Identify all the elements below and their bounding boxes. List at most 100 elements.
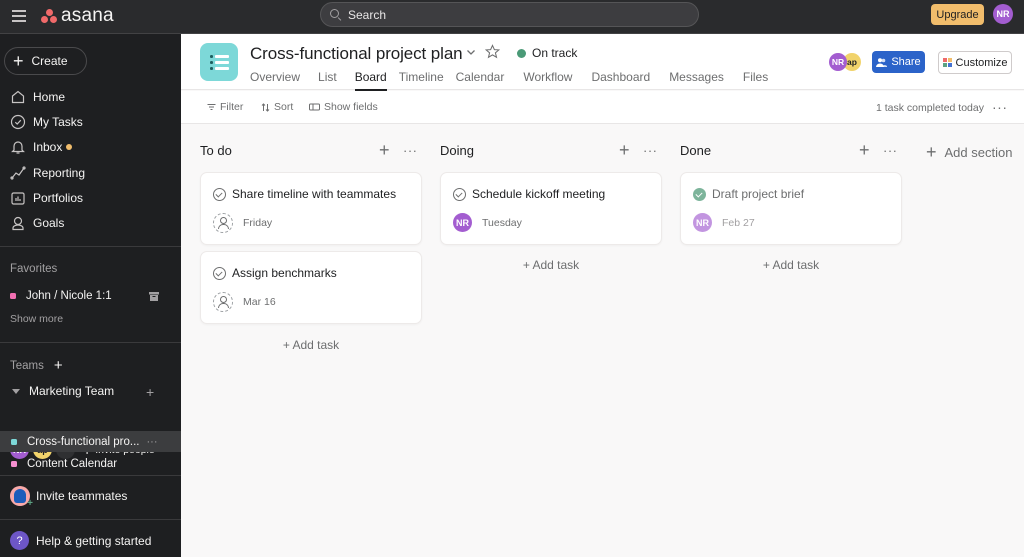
create-button[interactable]: + Create	[4, 47, 87, 75]
check-circle-icon	[10, 114, 26, 130]
task-card[interactable]: Assign benchmarks Mar 16	[200, 251, 422, 324]
sidebar-item-inbox[interactable]: Inbox	[0, 135, 181, 160]
check-circle-icon[interactable]	[213, 187, 226, 201]
sidebar: + Create Home My Tasks Inbox Reporting P…	[0, 34, 181, 557]
tab-timeline[interactable]: Timeline	[399, 70, 444, 90]
show-more-link[interactable]: Show more	[10, 313, 63, 325]
project-members[interactable]: NR ap	[829, 53, 861, 71]
sort-label: Sort	[274, 101, 294, 113]
due-date[interactable]: Mar 16	[243, 296, 276, 308]
sidebar-item-goals[interactable]: Goals	[0, 210, 181, 235]
sidebar-item-portfolios[interactable]: Portfolios	[0, 185, 181, 210]
assignee-avatar[interactable]: NR	[693, 213, 712, 232]
sidebar-item-reporting[interactable]: Reporting	[0, 160, 181, 185]
upgrade-button[interactable]: Upgrade	[931, 4, 984, 25]
add-task-button[interactable]: + Add task	[440, 258, 662, 272]
assignee-avatar[interactable]: NR	[453, 213, 472, 232]
plus-icon: +	[13, 51, 24, 71]
sidebar-item-label: Home	[33, 89, 66, 104]
divider	[0, 246, 181, 247]
add-task-button[interactable]: + Add task	[680, 258, 902, 272]
task-card[interactable]: Schedule kickoff meeting NR Tuesday	[440, 172, 662, 245]
unassigned-icon[interactable]	[213, 213, 233, 233]
status-badge[interactable]: On track	[517, 46, 577, 60]
tab-overview[interactable]: Overview	[250, 70, 300, 90]
sort-button[interactable]: Sort	[261, 101, 293, 113]
project-color-swatch	[10, 293, 16, 299]
add-task-icon[interactable]: +	[619, 141, 630, 159]
tab-board[interactable]: Board	[354, 70, 387, 91]
customize-button[interactable]: Customize	[938, 51, 1012, 74]
project-label: Content Calendar	[27, 457, 118, 470]
divider	[0, 342, 181, 343]
sidebar-project-content-calendar[interactable]: Content Calendar	[0, 453, 181, 474]
due-date[interactable]: Tuesday	[482, 217, 522, 229]
sidebar-project-cross-functional[interactable]: Cross-functional pro... ···	[0, 431, 181, 452]
add-task-icon[interactable]: +	[379, 141, 390, 159]
board-toolbar: Filter Sort Show fields 1 task completed…	[181, 91, 1024, 124]
add-task-button[interactable]: + Add task	[200, 338, 422, 352]
due-date[interactable]: Feb 27	[722, 217, 755, 229]
column-title: Done	[680, 143, 712, 158]
task-card[interactable]: Share timeline with teammates Friday	[200, 172, 422, 245]
tab-workflow[interactable]: Workflow	[523, 70, 572, 90]
main-content: Cross-functional project plan On track O…	[181, 34, 1024, 557]
add-team-icon[interactable]: +	[54, 358, 63, 373]
team-name: Marketing Team	[29, 384, 115, 398]
check-circle-filled-icon[interactable]	[693, 187, 706, 201]
home-icon	[11, 90, 25, 103]
favorite-item[interactable]: John / Nicole 1:1	[10, 290, 170, 302]
add-section-label: Add section	[944, 144, 1013, 160]
tab-list[interactable]: List	[318, 70, 337, 90]
more-icon[interactable]: ···	[643, 144, 658, 157]
tab-messages[interactable]: Messages	[669, 70, 724, 90]
task-card[interactable]: Draft project brief NR Feb 27	[680, 172, 902, 245]
sidebar-item-label: Reporting	[33, 165, 86, 180]
asana-logo[interactable]: asana	[40, 5, 114, 27]
share-button[interactable]: Share	[872, 51, 925, 73]
top-bar: asana Search Upgrade NR	[0, 0, 1024, 34]
check-circle-icon[interactable]	[453, 187, 466, 201]
team-marketing[interactable]: Marketing Team	[12, 384, 162, 398]
share-label: Share	[891, 56, 921, 68]
divider	[0, 519, 181, 520]
project-list-icon[interactable]	[200, 43, 238, 81]
sidebar-item-label: My Tasks	[33, 114, 83, 129]
favorite-label: John / Nicole 1:1	[26, 290, 112, 302]
task-title-text: Assign benchmarks	[232, 266, 337, 280]
show-fields-button[interactable]: Show fields	[309, 101, 378, 113]
add-task-icon[interactable]: +	[859, 141, 870, 159]
help-label: Help & getting started	[36, 533, 152, 548]
task-title-text: Draft project brief	[712, 187, 805, 201]
star-icon[interactable]	[485, 44, 500, 59]
more-icon[interactable]: ···	[992, 100, 1008, 114]
more-icon[interactable]: ···	[883, 144, 898, 157]
sidebar-item-my-tasks[interactable]: My Tasks	[0, 109, 181, 134]
archive-icon[interactable]	[149, 292, 159, 301]
chevron-down-icon[interactable]	[466, 47, 476, 57]
tab-calendar[interactable]: Calendar	[456, 70, 505, 90]
task-title-text: Schedule kickoff meeting	[472, 187, 606, 201]
unassigned-icon[interactable]	[213, 292, 233, 312]
portfolio-icon	[11, 192, 25, 205]
tab-files[interactable]: Files	[743, 70, 768, 90]
project-tabs: Overview List Board Timeline Calendar Wo…	[250, 70, 768, 91]
invite-teammates-button[interactable]: + Invite teammates	[10, 486, 127, 509]
tab-dashboard[interactable]: Dashboard	[591, 70, 650, 90]
search-input[interactable]: Search	[320, 2, 699, 27]
check-circle-icon[interactable]	[213, 266, 226, 280]
menu-icon[interactable]	[12, 10, 26, 22]
more-icon[interactable]: ···	[403, 144, 418, 157]
more-icon[interactable]: ···	[147, 436, 158, 448]
add-project-icon[interactable]: +	[146, 385, 154, 399]
invite-teammates-icon: +	[10, 486, 33, 509]
task-meta: NR Tuesday	[453, 213, 522, 232]
sort-icon	[261, 102, 270, 112]
sidebar-item-home[interactable]: Home	[0, 84, 181, 109]
filter-button[interactable]: Filter	[207, 101, 243, 113]
due-date[interactable]: Friday	[243, 217, 272, 229]
help-button[interactable]: ? Help & getting started	[10, 531, 151, 550]
avatar: NR	[829, 53, 847, 71]
add-section-button[interactable]: + Add section	[926, 143, 1012, 161]
user-avatar[interactable]: NR	[993, 4, 1013, 24]
